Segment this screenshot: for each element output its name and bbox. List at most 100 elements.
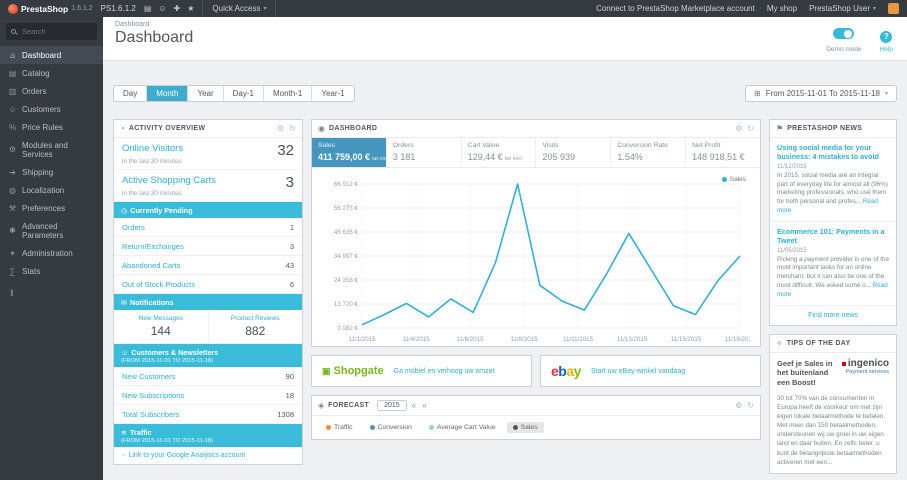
sidebar-item-catalog[interactable]: ▤ Catalog bbox=[0, 64, 103, 82]
sidebar-item-stats[interactable]: ∑ Stats bbox=[0, 262, 103, 280]
range-button-day-1[interactable]: Day-1 bbox=[224, 86, 264, 101]
sidebar-collapse-button[interactable]: ‖ bbox=[0, 280, 103, 306]
sidebar-item-modules-and-services[interactable]: ⚙ Modules and Services bbox=[0, 136, 103, 163]
cart-icon[interactable]: ▤ bbox=[144, 4, 152, 13]
sidebar-item-customers[interactable]: ☺ Customers bbox=[0, 100, 103, 118]
sidebar-item-dashboard[interactable]: ⌂ Dashboard bbox=[0, 46, 103, 64]
sidebar-item-shipping[interactable]: ➔ Shipping bbox=[0, 163, 103, 181]
help-icon[interactable]: ? bbox=[880, 31, 893, 43]
kpi-value: 205 939 bbox=[542, 152, 576, 162]
range-button-month[interactable]: Month bbox=[147, 86, 189, 101]
activity-row-total-subscribers[interactable]: Total Subscribers 1308 bbox=[114, 405, 302, 424]
activity-cell-product-reviews[interactable]: Product Reviews 882 bbox=[208, 310, 302, 344]
shopgate-logo: ▣ Shopgate bbox=[322, 365, 384, 377]
kpi-orders[interactable]: Orders 3 181 bbox=[387, 138, 462, 167]
page-title: Dashboard bbox=[115, 29, 194, 46]
activity-icon: ◔ bbox=[120, 124, 125, 133]
sidebar-item-preferences[interactable]: ⚒ Preferences bbox=[0, 199, 103, 217]
legend-dot bbox=[428, 425, 434, 430]
article-title[interactable]: Using social media for your business: 4 … bbox=[777, 143, 889, 162]
forecast-year-select[interactable]: 2015 bbox=[377, 400, 407, 411]
activity-cell-new-messages[interactable]: New Messages 144 bbox=[114, 310, 209, 344]
panel-refresh-icon[interactable]: ↻ bbox=[747, 401, 754, 410]
activity-row-return-exchanges[interactable]: Return/Exchanges 3 bbox=[114, 237, 302, 256]
my-shop-link[interactable]: My shop bbox=[767, 4, 797, 13]
article-title[interactable]: Ecommerce 101: Payments in a Tweet bbox=[777, 227, 889, 246]
ebay-module[interactable]: ebay Start uw eBay-winkel vandaag bbox=[540, 355, 761, 387]
activity-overview-panel: ◔ ACTIVITY OVERVIEW ⚙ ↻ Online Visitors 3… bbox=[113, 119, 303, 465]
ingenico-tagline: Payment services bbox=[845, 368, 889, 375]
sidebar-item-administration[interactable]: ✦ Administration bbox=[0, 244, 103, 262]
find-more-news-link[interactable]: Find more news bbox=[770, 306, 896, 325]
read-more-link[interactable]: Read more bbox=[777, 282, 888, 298]
cell-value: 882 bbox=[245, 324, 266, 338]
panel-tools: ⚙ ↻ bbox=[277, 124, 296, 133]
sidebar-item-advanced-parameters[interactable]: ✱ Advanced Parameters bbox=[0, 217, 103, 244]
demo-mode-toggle[interactable] bbox=[833, 28, 855, 39]
person-icon[interactable]: ☺ bbox=[158, 4, 166, 13]
prestashop-logo[interactable]: PrestaShop 1.6.1.2 bbox=[8, 3, 93, 14]
activity-row-new-customers[interactable]: New Customers 90 bbox=[114, 367, 302, 386]
svg-text:11/4/2015: 11/4/2015 bbox=[402, 336, 430, 343]
kpi-cart-value[interactable]: Cart Value 129,44 € tax excl. bbox=[462, 138, 537, 167]
range-button-month-1[interactable]: Month-1 bbox=[264, 86, 313, 101]
sidebar-item-price-rules[interactable]: % Price Rules bbox=[0, 118, 103, 136]
tips-body: Geef je Sales in het buitenland een Boos… bbox=[770, 353, 896, 473]
panel-settings-icon[interactable]: ⚙ bbox=[735, 124, 742, 133]
activity-link-online-visitors[interactable]: Online Visitors 32 in the last 30 minutes bbox=[114, 138, 302, 170]
folder-icon: ▤ bbox=[8, 68, 17, 78]
panel-refresh-icon[interactable]: ↻ bbox=[289, 124, 296, 133]
date-range-picker[interactable]: ⊞ From 2015-11-01 To 2015-11-18 ▾ bbox=[744, 85, 897, 102]
kpi-visits[interactable]: Visits 205 939 bbox=[536, 138, 612, 167]
panel-title: ACTIVITY OVERVIEW bbox=[128, 125, 206, 132]
forecast-legend-traffic[interactable]: Traffic bbox=[320, 422, 359, 433]
activity-row-abandoned-carts[interactable]: Abandoned Carts 43 bbox=[114, 256, 302, 275]
ebay-link[interactable]: Start uw eBay-winkel vandaag bbox=[591, 368, 685, 375]
forecast-legend-average-cart-value[interactable]: Average Cart Value bbox=[423, 422, 502, 433]
activity-row-out-of-stock-products[interactable]: Out of Stock Products 6 bbox=[114, 275, 302, 294]
module-promos: ▣ Shopgate Ga mobiel en verhoog uw omzet… bbox=[311, 355, 761, 387]
marketplace-link[interactable]: Connect to PrestaShop Marketplace accoun… bbox=[596, 4, 755, 13]
stats-icon: ∑ bbox=[9, 266, 16, 276]
sidebar-search[interactable] bbox=[6, 23, 97, 40]
google-analytics-link[interactable]: ▫ Link to your Google Analytics account bbox=[114, 447, 302, 464]
avatar[interactable] bbox=[888, 3, 899, 14]
range-button-day[interactable]: Day bbox=[114, 86, 148, 101]
panel-settings-icon[interactable]: ⚙ bbox=[277, 124, 284, 133]
forecast-legend-conversion[interactable]: Conversion bbox=[364, 422, 418, 433]
legend-dot bbox=[326, 425, 331, 430]
add-icon[interactable]: ✚ bbox=[174, 4, 181, 13]
sidebar-item-localization[interactable]: ◍ Localization bbox=[0, 181, 103, 199]
ingenico-logo-mark bbox=[841, 361, 846, 366]
kpi-conversion-rate[interactable]: Conversion Rate 1.54% bbox=[611, 138, 687, 167]
sidebar-item-label: Orders bbox=[22, 86, 47, 96]
panel-title: PRESTASHOP NEWS bbox=[787, 125, 863, 132]
kpi-net-profit[interactable]: Net Profit 148 918,51 € bbox=[686, 138, 760, 167]
caret-down-icon: ▾ bbox=[263, 6, 267, 12]
panel-settings-icon[interactable]: ⚙ bbox=[735, 401, 742, 410]
kpi-sales[interactable]: Sales 411 759,00 € tax excl. bbox=[312, 138, 390, 167]
calendar-icon: ⊞ bbox=[753, 89, 761, 98]
activity-row-new-subscriptions[interactable]: New Subscriptions 18 bbox=[114, 386, 302, 405]
range-button-year-1[interactable]: Year-1 bbox=[312, 86, 353, 101]
forecast-next-button[interactable]: » bbox=[421, 401, 427, 410]
chart-legend: Sales bbox=[721, 176, 746, 183]
shopgate-module[interactable]: ▣ Shopgate Ga mobiel en verhoog uw omzet bbox=[311, 355, 532, 387]
range-button-year[interactable]: Year bbox=[188, 86, 224, 101]
quick-access-menu[interactable]: Quick Access ▾ bbox=[202, 0, 277, 17]
shopgate-link[interactable]: Ga mobiel en verhoog uw omzet bbox=[394, 368, 495, 375]
sidebar-item-orders[interactable]: ▥ Orders bbox=[0, 82, 103, 100]
activity-link-active-shopping-carts[interactable]: Active Shopping Carts 3 in the last 30 min… bbox=[114, 170, 302, 202]
forecast-legend-sales[interactable]: Sales bbox=[506, 422, 544, 433]
read-more-link[interactable]: Read more bbox=[777, 198, 878, 214]
section-header-notifications: ✉ Notifications bbox=[114, 294, 302, 310]
activity-row-orders[interactable]: Orders 1 bbox=[114, 218, 302, 237]
news-article: Using social media for your business: 4 … bbox=[770, 138, 896, 222]
panel-refresh-icon[interactable]: ↻ bbox=[747, 124, 754, 133]
forecast-prev-button[interactable]: « bbox=[411, 401, 417, 410]
bulb-icon: ✧ bbox=[776, 338, 783, 348]
trophy-icon[interactable]: ★ bbox=[187, 4, 194, 13]
row-value: 1308 bbox=[277, 409, 294, 419]
search-input[interactable] bbox=[20, 26, 90, 37]
user-menu[interactable]: PrestaShop User ▾ bbox=[809, 4, 876, 13]
